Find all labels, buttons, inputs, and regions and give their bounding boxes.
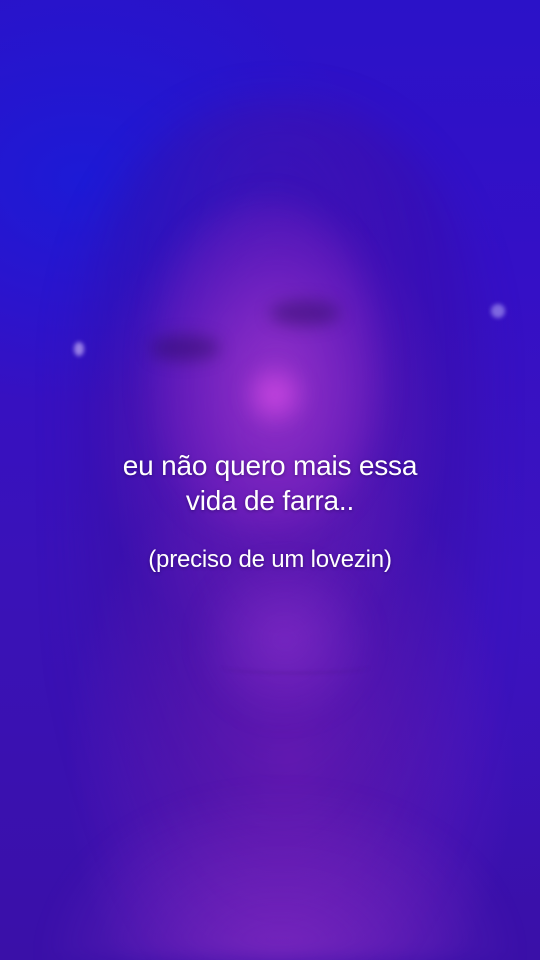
earring-highlight	[74, 342, 84, 356]
video-frame: eu não quero mais essa vida de farra.. (…	[0, 0, 540, 960]
blurred-shoulders	[0, 700, 540, 960]
caption-subtitle: (preciso de um lovezin)	[148, 546, 392, 573]
left-eye-shadow	[150, 335, 220, 361]
right-eye-shadow	[270, 300, 340, 326]
caption-line-2: vida de farra..	[185, 485, 355, 516]
nose-highlight	[240, 360, 310, 430]
caption-line-1: eu não quero mais essa	[122, 450, 418, 481]
blurred-neck	[200, 560, 370, 720]
background-light-spot	[491, 304, 505, 318]
necklace	[220, 660, 370, 674]
caption-main: eu não quero mais essa vida de farra..	[0, 448, 540, 518]
